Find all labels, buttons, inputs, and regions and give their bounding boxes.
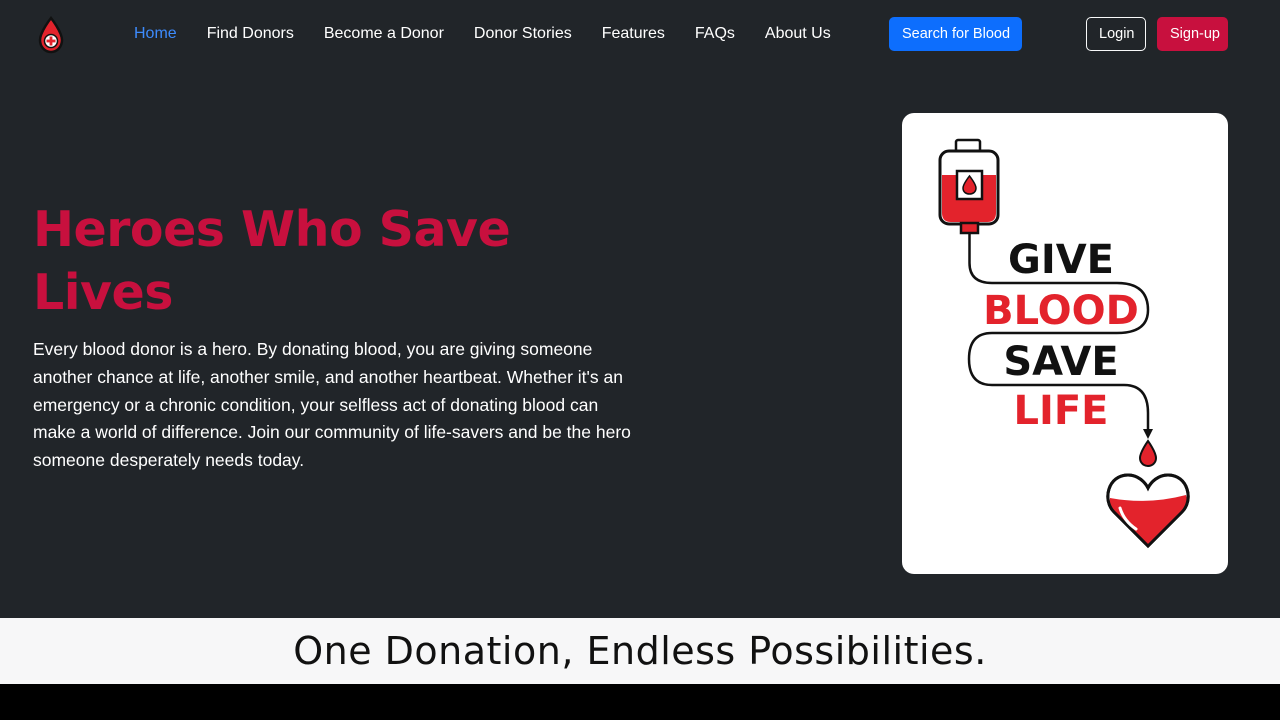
- bottom-strip: [0, 684, 1280, 720]
- tagline-text: One Donation, Endless Possibilities.: [293, 629, 987, 673]
- page: Home Find Donors Become a Donor Donor St…: [0, 0, 1280, 618]
- heart-icon: [1106, 473, 1190, 549]
- poster-word-save: SAVE: [1003, 339, 1118, 385]
- nav-link-home[interactable]: Home: [119, 22, 192, 46]
- tagline-banner: One Donation, Endless Possibilities.: [0, 618, 1280, 684]
- navbar: Home Find Donors Become a Donor Donor St…: [0, 0, 1280, 68]
- poster-word-blood: BLOOD: [983, 288, 1139, 334]
- login-button[interactable]: Login: [1086, 17, 1146, 51]
- blood-drop-logo-icon[interactable]: [36, 15, 66, 54]
- blood-drop-icon: [1138, 439, 1158, 468]
- nav-link-about-us[interactable]: About Us: [750, 22, 846, 46]
- nav-link-features[interactable]: Features: [587, 22, 680, 46]
- search-for-blood-button[interactable]: Search for Blood: [889, 17, 1022, 51]
- nav-links: Home Find Donors Become a Donor Donor St…: [119, 22, 846, 46]
- hero-description: Every blood donor is a hero. By donating…: [33, 339, 631, 471]
- signup-button[interactable]: Sign-up: [1157, 17, 1228, 51]
- poster-word-life: LIFE: [1013, 388, 1108, 434]
- poster-word-give: GIVE: [1008, 237, 1114, 283]
- nav-link-become-a-donor[interactable]: Become a Donor: [309, 22, 459, 46]
- nav-link-find-donors[interactable]: Find Donors: [192, 22, 309, 46]
- give-blood-poster: GIVE BLOOD SAVE LIFE: [902, 113, 1228, 574]
- blood-bag-icon: [938, 138, 1000, 235]
- poster-illustration: GIVE BLOOD SAVE LIFE: [938, 138, 1190, 549]
- hero-title: Heroes Who Save Lives: [33, 201, 511, 321]
- nav-link-faqs[interactable]: FAQs: [680, 22, 750, 46]
- nav-link-donor-stories[interactable]: Donor Stories: [459, 22, 587, 46]
